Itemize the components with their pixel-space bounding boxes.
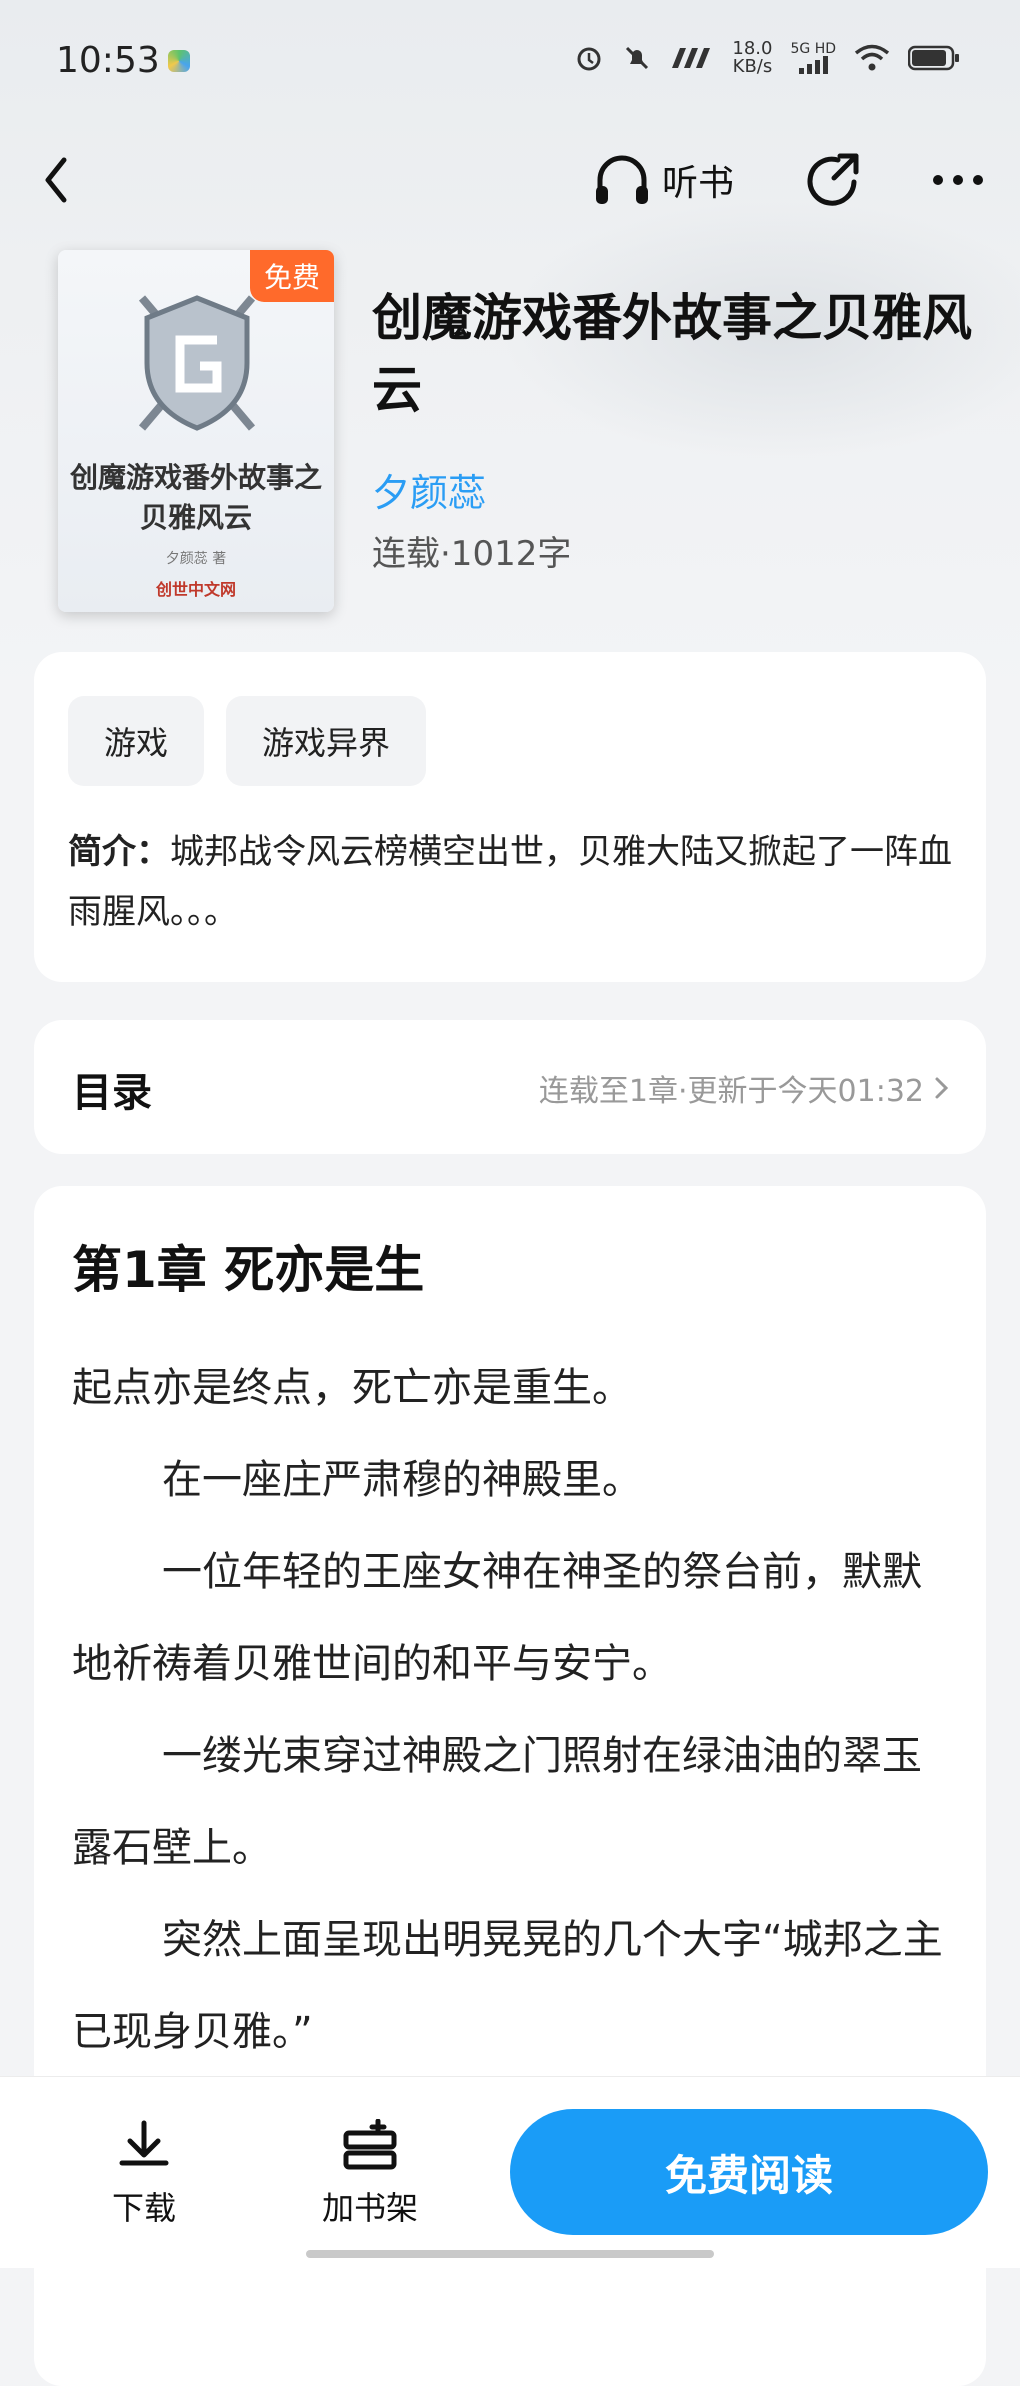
shield-emblem-icon <box>138 295 256 431</box>
headphones-icon <box>596 155 648 204</box>
battery-icon <box>908 45 959 71</box>
intro-label: 简介： <box>68 832 170 872</box>
book-intro[interactable]: 简介：城邦战令风云榜横空出世，贝雅大陆又掀起了一阵血雨腥风。。。 <box>68 822 958 942</box>
book-cover[interactable]: 免费 创魔游戏番外故事之贝雅风云 夕颜蕊 著 创世中文网 <box>58 250 334 612</box>
add-to-shelf-button[interactable]: 加书架 <box>300 2118 440 2229</box>
intro-card: 游戏 游戏异界 简介：城邦战令风云榜横空出世，贝雅大陆又掀起了一阵血雨腥风。。。 <box>34 652 986 982</box>
chapter-paragraph: 起点亦是终点，死亡亦是重生。 <box>72 1365 632 1411</box>
wifi-icon <box>854 44 890 71</box>
chapter-text: 起点亦是终点，死亡亦是重生。 在一座庄严肃穆的神殿里。 一位年轻的王座女神在神圣… <box>72 1342 952 2078</box>
home-indicator[interactable] <box>306 2250 714 2258</box>
author-link[interactable]: 夕颜蕊 <box>372 462 486 517</box>
more-icon[interactable] <box>928 158 988 202</box>
cellular-signal-icon: 5G HD <box>790 42 836 74</box>
add-shelf-label: 加书架 <box>321 2189 418 2227</box>
net-speed: 18.0 KB/s <box>732 38 773 77</box>
chapter-title: 第1章 死亦是生 <box>72 1241 425 1299</box>
status-icons: 18.0 KB/s 5G HD <box>574 40 960 76</box>
listen-label: 听书 <box>662 163 735 204</box>
free-read-button[interactable]: 免费阅读 <box>510 2109 988 2235</box>
chevron-right-icon <box>935 1077 949 1099</box>
download-label: 下载 <box>111 2189 176 2227</box>
download-icon <box>119 2120 169 2166</box>
toc-title: 目录 <box>72 1070 152 1116</box>
tag-game[interactable]: 游戏 <box>68 696 205 786</box>
share-icon[interactable] <box>800 148 864 212</box>
chapter-paragraph: 在一座庄严肃穆的神殿里。 <box>162 1457 642 1503</box>
alarm-icon <box>577 47 601 71</box>
download-button[interactable]: 下载 <box>74 2119 214 2229</box>
status-bar: 10:53 18.0 KB/s 5G HD <box>0 0 1020 125</box>
listen-button[interactable]: 听书 <box>592 152 734 208</box>
toc-status: 连载至1章·更新于今天01:32 <box>539 1066 952 1110</box>
tag-game-otherworld[interactable]: 游戏异界 <box>226 696 427 786</box>
book-title: 创魔游戏番外故事之贝雅风云 <box>372 289 972 419</box>
bottom-action-bar: 下载 加书架 免费阅读 <box>0 2076 1020 2268</box>
cover-publisher-logo: 创世中文网 <box>155 580 236 599</box>
intro-text: 城邦战令风云榜横空出世，贝雅大陆又掀起了一阵血雨腥风。。。 <box>68 832 952 932</box>
mute-icon <box>626 46 649 70</box>
chapter-paragraph: 一缕光束穿过神殿之门照射在绿油油的翠玉露石壁上。 <box>72 1733 922 1871</box>
chapter-paragraph: 一位年轻的王座女神在神圣的祭台前，默默地祈祷着贝雅世间的和平与安宁。 <box>72 1549 922 1687</box>
add-shelf-icon <box>343 2118 397 2170</box>
app-notification-icon <box>168 50 190 72</box>
cover-title: 创魔游戏番外故事之贝雅风云 <box>69 461 322 534</box>
book-meta: 连载·1012字 <box>372 534 572 574</box>
cover-author: 夕颜蕊 著 <box>165 551 227 567</box>
chapter-paragraph: 突然上面呈现出明晃晃的几个大字“城邦之主已现身贝雅。” <box>72 1917 943 2055</box>
signal-speed-icon <box>672 48 711 68</box>
top-nav: 听书 <box>0 140 1020 220</box>
toc-row[interactable]: 目录 连载至1章·更新于今天01:32 <box>34 1020 986 1154</box>
status-time: 10:53 <box>56 40 160 81</box>
tag-list: 游戏 游戏异界 <box>68 696 427 786</box>
back-icon[interactable] <box>36 150 76 210</box>
